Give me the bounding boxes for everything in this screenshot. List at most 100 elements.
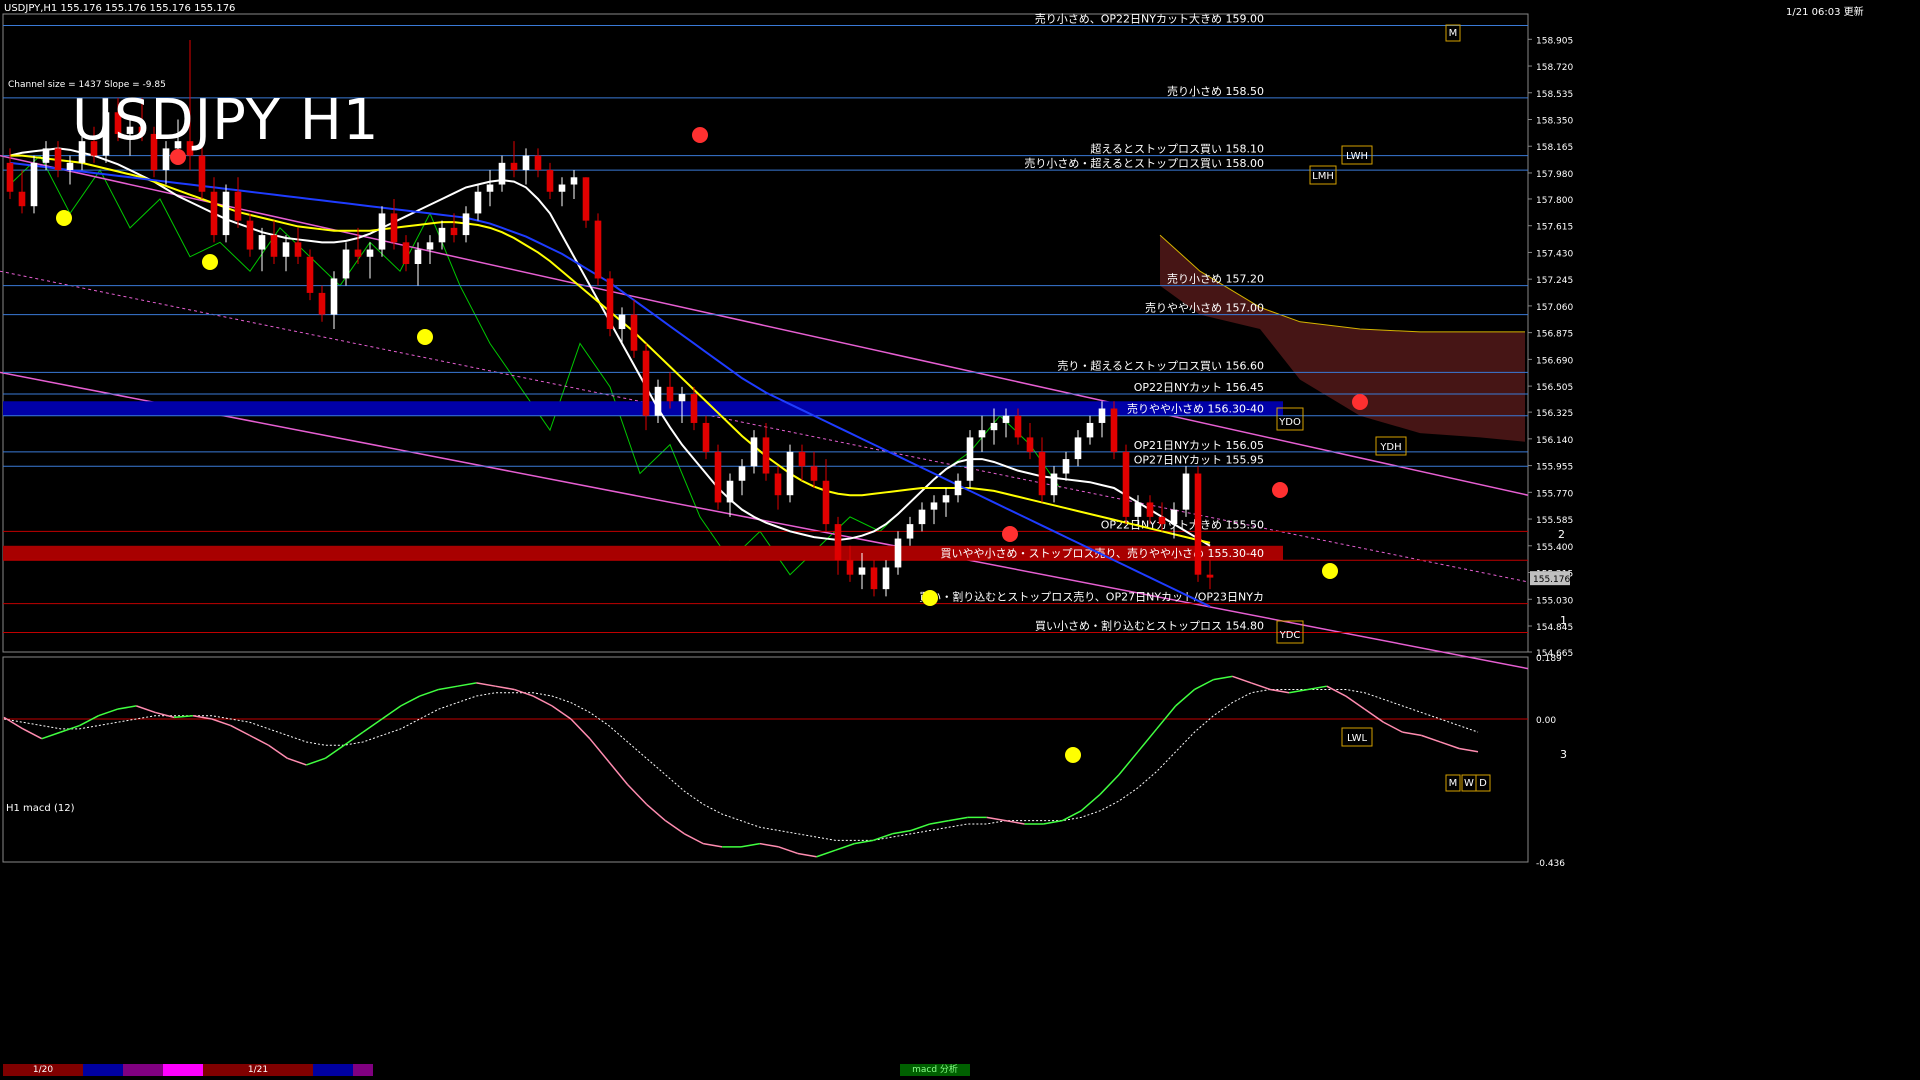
candle-body — [678, 394, 686, 402]
candle-body — [1194, 473, 1202, 575]
tab-purple[interactable] — [123, 1064, 163, 1076]
candle-body — [894, 538, 902, 568]
tab-1-21[interactable]: 1/21 — [203, 1064, 313, 1076]
candle-body — [414, 249, 422, 264]
macd-segment — [892, 829, 912, 835]
tab-blue[interactable] — [83, 1064, 123, 1076]
candle-body — [210, 191, 218, 236]
tab-macd[interactable]: macd 分析 — [900, 1064, 970, 1076]
tab-magenta[interactable] — [163, 1064, 203, 1076]
macd-segment — [929, 819, 950, 825]
candle-body — [1122, 451, 1130, 517]
candle-body — [618, 314, 626, 330]
macd-segment — [551, 705, 572, 720]
macd-segment — [1118, 751, 1139, 776]
candle-body — [1098, 408, 1106, 423]
macd-segment — [797, 852, 817, 858]
y-tick-label: 154.845 — [1536, 623, 1573, 633]
macd-segment — [1080, 793, 1101, 812]
candle-body — [270, 235, 278, 257]
update-timestamp: 1/21 06:03 更新 — [1786, 7, 1864, 18]
level-label: OP27日NYカット 155.95 — [1134, 453, 1264, 466]
macd-segment — [306, 757, 326, 766]
candle-body — [6, 162, 14, 192]
level-label: OP22日NYカット 156.45 — [1134, 381, 1264, 394]
macd-segment — [1326, 685, 1347, 697]
candle-body — [330, 278, 338, 315]
y-tick-label: 155.585 — [1536, 516, 1573, 526]
y-tick-label: 158.720 — [1536, 63, 1573, 73]
macd-segment — [1156, 705, 1177, 730]
level-label: 売り・超えるとストップロス買い 156.60 — [1057, 358, 1264, 372]
marker-label: W — [1464, 778, 1474, 789]
candle-body — [1074, 437, 1082, 460]
candle-body — [54, 148, 62, 171]
macd-segment — [1099, 774, 1120, 795]
macd-segment — [1194, 678, 1214, 691]
macd-segment — [608, 761, 629, 786]
fractal-marker — [1272, 482, 1288, 498]
marker-label: YDO — [1278, 417, 1301, 428]
macd-segment — [41, 731, 61, 740]
candle-body — [438, 227, 446, 243]
level-label: 売り小さめ 157.20 — [1167, 273, 1264, 286]
candle-body — [510, 162, 518, 171]
macd-segment — [532, 695, 553, 707]
marker-label: M — [1449, 28, 1458, 39]
y-tick-label: 158.905 — [1536, 36, 1573, 46]
macd-segment — [703, 842, 723, 848]
candle-body — [42, 148, 50, 163]
marker-label: D — [1479, 778, 1487, 789]
fractal-marker — [1002, 526, 1018, 542]
fractal-marker — [692, 127, 708, 143]
macd-segment — [136, 705, 156, 714]
macd-segment — [627, 784, 648, 805]
macd-segment — [79, 715, 99, 727]
macd-signal-line — [3, 688, 1479, 841]
level-label: 売り小さめ 158.50 — [1167, 85, 1264, 98]
macd-segment — [1458, 747, 1479, 753]
candle-body — [606, 278, 614, 330]
candle-body — [18, 191, 26, 207]
tab-1-20[interactable]: 1/20 — [3, 1064, 83, 1076]
macd-segment — [174, 714, 194, 719]
macd-segment — [1137, 728, 1158, 753]
macd-tick-label: 0.189 — [1536, 654, 1562, 664]
bottom-tab-bar: 1/20 1/21 macd 分析 — [0, 1062, 1875, 1080]
candle-body — [1146, 502, 1154, 517]
candle-body — [666, 386, 674, 402]
fractal-marker — [56, 210, 72, 226]
candle-body — [1206, 574, 1214, 578]
macd-segment — [495, 685, 515, 691]
candle-body — [1014, 415, 1022, 438]
candle-body — [1182, 473, 1190, 510]
marker-label: YDC — [1279, 630, 1301, 641]
macd-segment — [1364, 708, 1384, 723]
level-label: 売りやや小さめ 156.30-40 — [1127, 403, 1264, 416]
macd-segment — [1288, 688, 1309, 694]
candle-body — [882, 567, 890, 590]
price-chart: 売り小さめ、OP22日NYカット大きめ 159.00 売り小さめ 158.50 超え… — [0, 12, 1573, 869]
fractal-marker — [1322, 563, 1338, 579]
price-tag-label: 155.176 — [1533, 575, 1570, 585]
y-tick-label: 157.060 — [1536, 303, 1573, 313]
candle-body — [450, 227, 458, 236]
macd-segment — [457, 682, 477, 687]
y-tick-label: 155.030 — [1536, 596, 1573, 606]
candle-body — [282, 242, 290, 257]
candle-body — [30, 162, 38, 207]
macd-segment — [816, 849, 836, 858]
candle-body — [558, 184, 566, 192]
candle-body — [846, 560, 854, 575]
macd-segment — [117, 705, 137, 710]
level-label: OP21日NYカット 156.05 — [1134, 439, 1264, 452]
macd-segment — [362, 718, 383, 733]
tab-blue-2[interactable] — [313, 1064, 353, 1076]
tab-purple-2[interactable] — [353, 1064, 373, 1076]
candle-body — [246, 220, 254, 250]
y-tick-label: 157.430 — [1536, 249, 1573, 259]
macd-segment — [268, 744, 288, 759]
wave-label-3: 3 — [1560, 748, 1567, 761]
candle-body — [354, 249, 362, 257]
candle-body — [474, 191, 482, 214]
